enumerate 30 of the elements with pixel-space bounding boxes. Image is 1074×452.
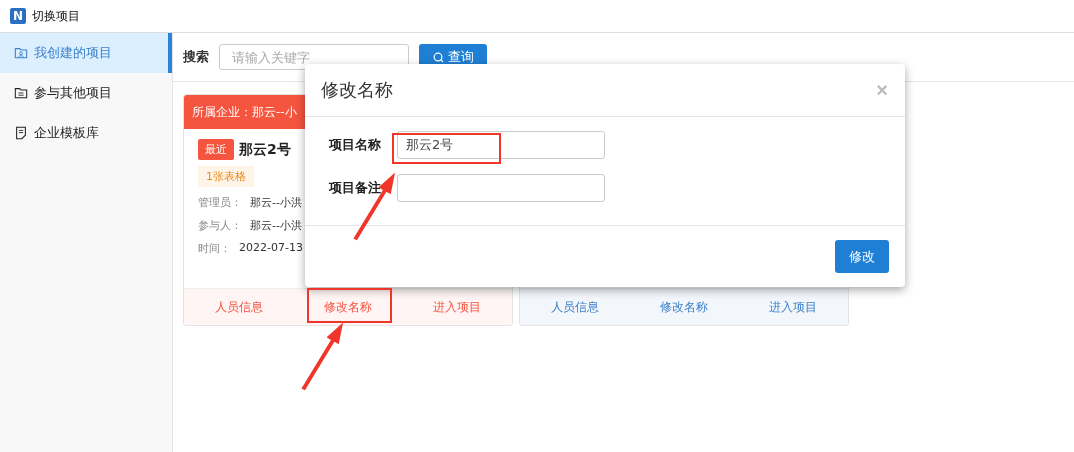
folder-icon	[14, 86, 28, 100]
window-title: 切换项目	[32, 7, 80, 25]
field-value: 那云--小洪	[250, 218, 302, 233]
card-action-link[interactable]: 进入项目	[769, 298, 818, 316]
recent-badge: 最近	[198, 139, 234, 160]
field-label: 参与人：	[198, 218, 242, 233]
sidebar-item[interactable]: 我创建的项目	[0, 33, 172, 73]
form-label: 项目备注	[329, 179, 382, 198]
input-field[interactable]	[397, 174, 605, 203]
card-action-link[interactable]: 进入项目	[433, 298, 482, 316]
sidebar-item[interactable]: 参与其他项目	[0, 73, 172, 113]
field-value: 2022-07-13	[239, 241, 303, 256]
sheet-count-tag: 1张表格	[198, 166, 254, 187]
card-action-link[interactable]: 人员信息	[550, 298, 599, 316]
submit-button[interactable]: 修改	[835, 240, 889, 274]
project-name: 那云2号	[239, 140, 291, 159]
search-icon	[432, 51, 444, 63]
sidebar-item[interactable]: 企业模板库	[0, 113, 172, 153]
field-label: 管理员：	[198, 195, 242, 210]
field-value: 那云--小洪	[250, 195, 302, 210]
card-action-link[interactable]: 人员信息	[214, 298, 263, 316]
search-label: 搜索	[183, 48, 209, 66]
folder-person-icon	[14, 46, 28, 60]
card-action-link[interactable]: 修改名称	[660, 298, 708, 316]
document-icon	[14, 126, 28, 140]
card-action-link[interactable]: 修改名称	[324, 298, 372, 316]
app-logo: N	[10, 8, 26, 24]
form-label: 项目名称	[329, 136, 382, 155]
field-label: 时间：	[198, 241, 231, 256]
input-field[interactable]: 那云2号	[397, 131, 605, 160]
